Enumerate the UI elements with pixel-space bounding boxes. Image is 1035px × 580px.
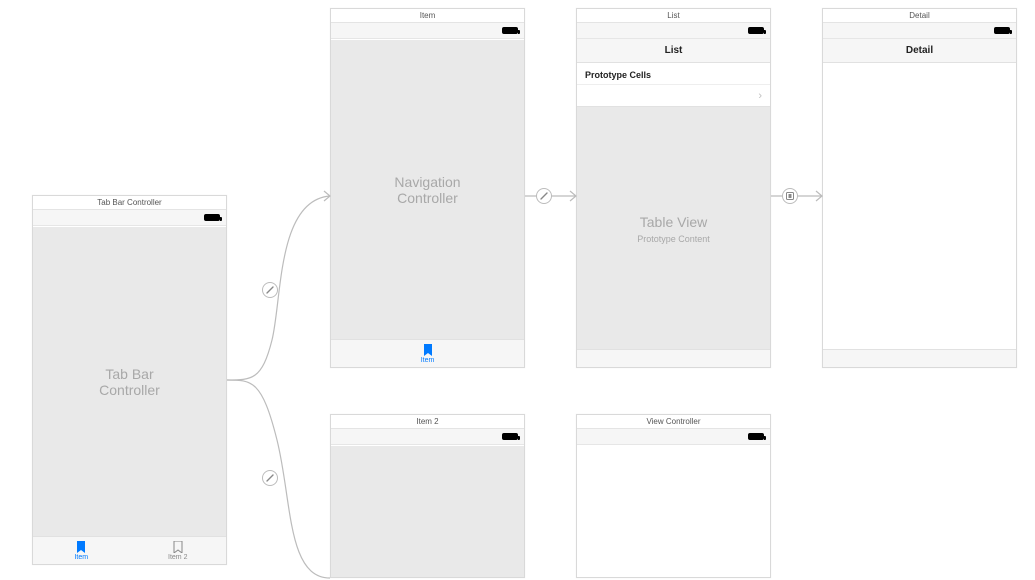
content-area bbox=[823, 64, 1016, 349]
status-bar bbox=[577, 23, 770, 39]
placeholder-label: Navigation Controller bbox=[379, 174, 476, 206]
scene-title: Tab Bar Controller bbox=[33, 196, 226, 210]
scene-title: Detail bbox=[823, 9, 1016, 23]
table-view[interactable]: Prototype Cells › Table View Prototype C… bbox=[577, 64, 770, 349]
scene-title: Item bbox=[331, 9, 524, 23]
tab-item-1[interactable]: Item bbox=[33, 537, 130, 564]
root-segue-icon[interactable] bbox=[536, 188, 552, 204]
status-bar bbox=[823, 23, 1016, 39]
content-area bbox=[577, 446, 770, 577]
scene-list[interactable]: List List Prototype Cells › Table View P… bbox=[576, 8, 771, 368]
prototype-cell[interactable]: › bbox=[577, 85, 770, 107]
bookmark-icon bbox=[423, 344, 433, 356]
toolbar bbox=[823, 349, 1016, 367]
tab-item-2[interactable]: Item 2 bbox=[130, 537, 227, 564]
prototype-cells-header: Prototype Cells bbox=[577, 64, 770, 85]
scene-title: View Controller bbox=[577, 415, 770, 429]
relationship-segue-icon[interactable] bbox=[262, 470, 278, 486]
bookmark-icon bbox=[76, 541, 86, 553]
content-area: Navigation Controller bbox=[331, 40, 524, 339]
navigation-bar: List bbox=[577, 39, 770, 63]
status-bar bbox=[331, 23, 524, 39]
scene-detail[interactable]: Detail Detail bbox=[822, 8, 1017, 368]
tab-bar: Item bbox=[331, 339, 524, 367]
content-area: Tab Bar Controller bbox=[33, 227, 226, 536]
table-placeholder: Table View Prototype Content bbox=[637, 214, 710, 244]
battery-icon bbox=[748, 27, 764, 34]
battery-icon bbox=[502, 433, 518, 440]
tab-label: Item bbox=[421, 357, 435, 364]
bookmark-icon bbox=[173, 541, 183, 553]
scene-title: List bbox=[577, 9, 770, 23]
toolbar bbox=[577, 349, 770, 367]
scene-item-nav[interactable]: Item Navigation Controller Item bbox=[330, 8, 525, 368]
scene-item2[interactable]: Item 2 bbox=[330, 414, 525, 578]
battery-icon bbox=[502, 27, 518, 34]
placeholder-label: Tab Bar Controller bbox=[81, 366, 178, 398]
scene-title: Item 2 bbox=[331, 415, 524, 429]
nav-title: Detail bbox=[906, 45, 933, 56]
tab-label: Item 2 bbox=[168, 554, 187, 561]
segue-tabbar-to-item bbox=[227, 190, 330, 390]
segue-tabbar-to-item2 bbox=[227, 380, 330, 580]
navigation-bar: Detail bbox=[823, 39, 1016, 63]
scene-tab-bar-controller[interactable]: Tab Bar Controller Tab Bar Controller It… bbox=[32, 195, 227, 565]
show-segue-icon[interactable] bbox=[782, 188, 798, 204]
tab-label: Item bbox=[74, 554, 88, 561]
tab-item[interactable]: Item bbox=[331, 340, 524, 367]
battery-icon bbox=[748, 433, 764, 440]
relationship-segue-icon[interactable] bbox=[262, 282, 278, 298]
disclosure-chevron-icon: › bbox=[758, 90, 762, 102]
nav-title: List bbox=[665, 45, 683, 56]
status-bar bbox=[33, 210, 226, 226]
status-bar bbox=[577, 429, 770, 445]
battery-icon bbox=[994, 27, 1010, 34]
content-area bbox=[331, 446, 524, 577]
scene-view-controller[interactable]: View Controller bbox=[576, 414, 771, 578]
tab-bar: Item Item 2 bbox=[33, 536, 226, 564]
status-bar bbox=[331, 429, 524, 445]
battery-icon bbox=[204, 214, 220, 221]
